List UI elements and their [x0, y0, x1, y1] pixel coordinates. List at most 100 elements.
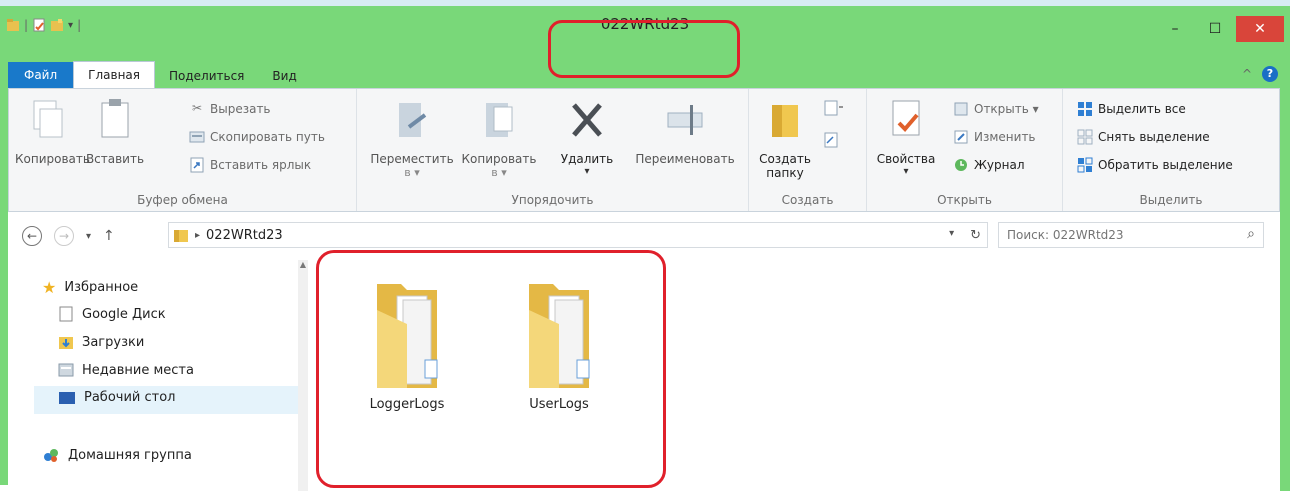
breadcrumb-separator-icon[interactable]: ▸ [195, 230, 200, 241]
file-list-area: LoggerLogs UserLogs [308, 260, 1280, 491]
explorer-window: | ▾ | 022WRtd23 – ☐ ✕ Файл Главная Подел… [0, 0, 1290, 491]
open-button[interactable]: Открыть ▾ [953, 101, 1039, 117]
title-bar: | ▾ | 022WRtd23 – ☐ ✕ [0, 12, 1290, 42]
tab-share[interactable]: Поделиться [155, 64, 258, 88]
group-label-organize: Упорядочить [511, 193, 594, 207]
address-row: ← → ▾ ↑ ▸ 022WRtd23 ▾ ↻ ⌕ [8, 212, 1280, 260]
easy-access-icon[interactable] [823, 131, 845, 151]
new-folder-icon [772, 105, 798, 137]
tab-file[interactable]: Файл [8, 62, 74, 88]
nav-homegroup[interactable]: Домашняя группа [42, 446, 192, 464]
document-icon [59, 306, 73, 322]
copy-to-icon [486, 103, 513, 137]
history-button[interactable]: Журнал [953, 157, 1025, 173]
navigation-pane: ★ Избранное Google Диск Загрузки Недавни… [8, 260, 306, 491]
group-organize: Переместить в ▾ Копировать в ▾ Удалить ▾… [357, 89, 749, 211]
history-icon [955, 159, 967, 171]
edit-icon [954, 130, 968, 144]
maximize-button[interactable]: ☐ [1196, 16, 1234, 42]
search-input[interactable] [999, 223, 1229, 247]
group-open: Свойства ▾ Открыть ▾ Изменить Журнал Отк… [867, 89, 1063, 211]
copy-to-button[interactable]: Копировать в ▾ [457, 97, 541, 179]
nav-item-desktop[interactable]: Рабочий стол [58, 390, 175, 405]
folder-icon [377, 284, 438, 388]
group-label-create: Создать [781, 193, 834, 207]
select-all-icon [1078, 102, 1092, 116]
group-create: Создать папку Создать [749, 89, 867, 211]
select-all-button[interactable]: Выделить все [1077, 101, 1186, 117]
group-clipboard: Копировать Вставить ✂ Вырезать Скопирова… [9, 89, 357, 211]
move-to-button[interactable]: Переместить в ▾ [367, 97, 457, 179]
paste-shortcut-button[interactable]: Вставить ярлык [189, 157, 311, 173]
address-bar[interactable]: ▸ 022WRtd23 ▾ ↻ [168, 222, 988, 248]
select-none-icon [1077, 129, 1093, 145]
folder-name: LoggerLogs [369, 397, 445, 412]
address-dropdown-icon[interactable]: ▾ [949, 228, 954, 243]
copy-button[interactable]: Копировать [15, 97, 90, 166]
chevron-down-icon: ▾ [584, 166, 590, 177]
group-label-clipboard: Буфер обмена [137, 193, 228, 207]
properties-button[interactable]: Свойства ▾ [873, 97, 939, 177]
folder-item[interactable]: LoggerLogs [352, 270, 462, 412]
invert-selection-button[interactable]: Обратить выделение [1077, 157, 1233, 173]
group-select: Выделить все Снять выделение Обратить вы… [1063, 89, 1279, 211]
move-to-icon [399, 103, 427, 137]
recent-locations-icon[interactable]: ▾ [86, 231, 91, 242]
scissors-icon: ✂ [191, 101, 203, 115]
rename-icon [667, 105, 703, 135]
folder-name: UserLogs [529, 397, 589, 412]
search-icon[interactable]: ⌕ [1247, 226, 1255, 242]
back-button[interactable]: ← [22, 226, 42, 246]
minimize-button[interactable]: – [1156, 16, 1194, 42]
open-icon [954, 102, 968, 116]
search-box: ⌕ [998, 222, 1264, 248]
scroll-up-icon[interactable]: ▲ [298, 260, 308, 269]
nav-item-recent-places[interactable]: Недавние места [58, 362, 194, 378]
window-controls: – ☐ ✕ [1156, 16, 1284, 42]
help-icon[interactable]: ? [1262, 66, 1278, 82]
star-icon: ★ [42, 278, 57, 297]
tab-view[interactable]: Вид [258, 64, 310, 88]
forward-button[interactable]: → [54, 226, 74, 246]
shortcut-icon [190, 157, 204, 173]
paste-icon [101, 99, 129, 138]
folder-icon [529, 284, 590, 388]
copy-path-icon [189, 131, 205, 143]
nav-item-google-drive[interactable]: Google Диск [58, 306, 166, 322]
new-folder-button[interactable]: Создать папку [755, 97, 815, 180]
delete-icon [572, 103, 602, 137]
nav-favorites[interactable]: ★ Избранное [42, 278, 138, 297]
downloads-icon [59, 337, 73, 349]
group-label-open: Открыть [937, 193, 992, 207]
paste-button[interactable]: Вставить [83, 97, 147, 166]
group-label-select: Выделить [1139, 193, 1203, 207]
navigation-buttons: ← → ▾ ↑ [22, 226, 115, 246]
close-button[interactable]: ✕ [1236, 16, 1284, 42]
window-frame-edge [1280, 212, 1290, 491]
new-item-icon[interactable] [823, 99, 845, 119]
ribbon-tabs: Файл Главная Поделиться Вид [8, 61, 311, 88]
nav-item-downloads[interactable]: Загрузки [58, 334, 144, 350]
nav-pane-scrollbar[interactable]: ▲ [298, 260, 308, 491]
edit-button[interactable]: Изменить [953, 129, 1036, 145]
tab-home[interactable]: Главная [73, 61, 155, 88]
delete-button[interactable]: Удалить ▾ [555, 97, 619, 177]
invert-selection-icon [1077, 157, 1093, 173]
folder-item[interactable]: UserLogs [504, 270, 614, 412]
ribbon-help-area: ^ ? [1242, 66, 1278, 82]
up-button[interactable]: ↑ [103, 228, 115, 244]
recent-places-icon [58, 363, 74, 377]
cut-button[interactable]: ✂ Вырезать [189, 101, 271, 117]
breadcrumb-current[interactable]: 022WRtd23 [206, 228, 283, 243]
copy-path-button[interactable]: Скопировать путь [189, 129, 325, 145]
window-title: 022WRtd23 [600, 15, 690, 33]
folder-icon [174, 230, 188, 242]
select-none-button[interactable]: Снять выделение [1077, 129, 1210, 145]
rename-button[interactable]: Переименовать [627, 97, 743, 166]
chevron-down-icon: ▾ [903, 166, 909, 177]
address-bar-controls: ▾ ↻ [949, 228, 981, 243]
properties-icon [892, 100, 920, 136]
collapse-ribbon-icon[interactable]: ^ [1242, 67, 1252, 81]
refresh-icon[interactable]: ↻ [970, 228, 981, 243]
homegroup-icon [44, 449, 58, 462]
